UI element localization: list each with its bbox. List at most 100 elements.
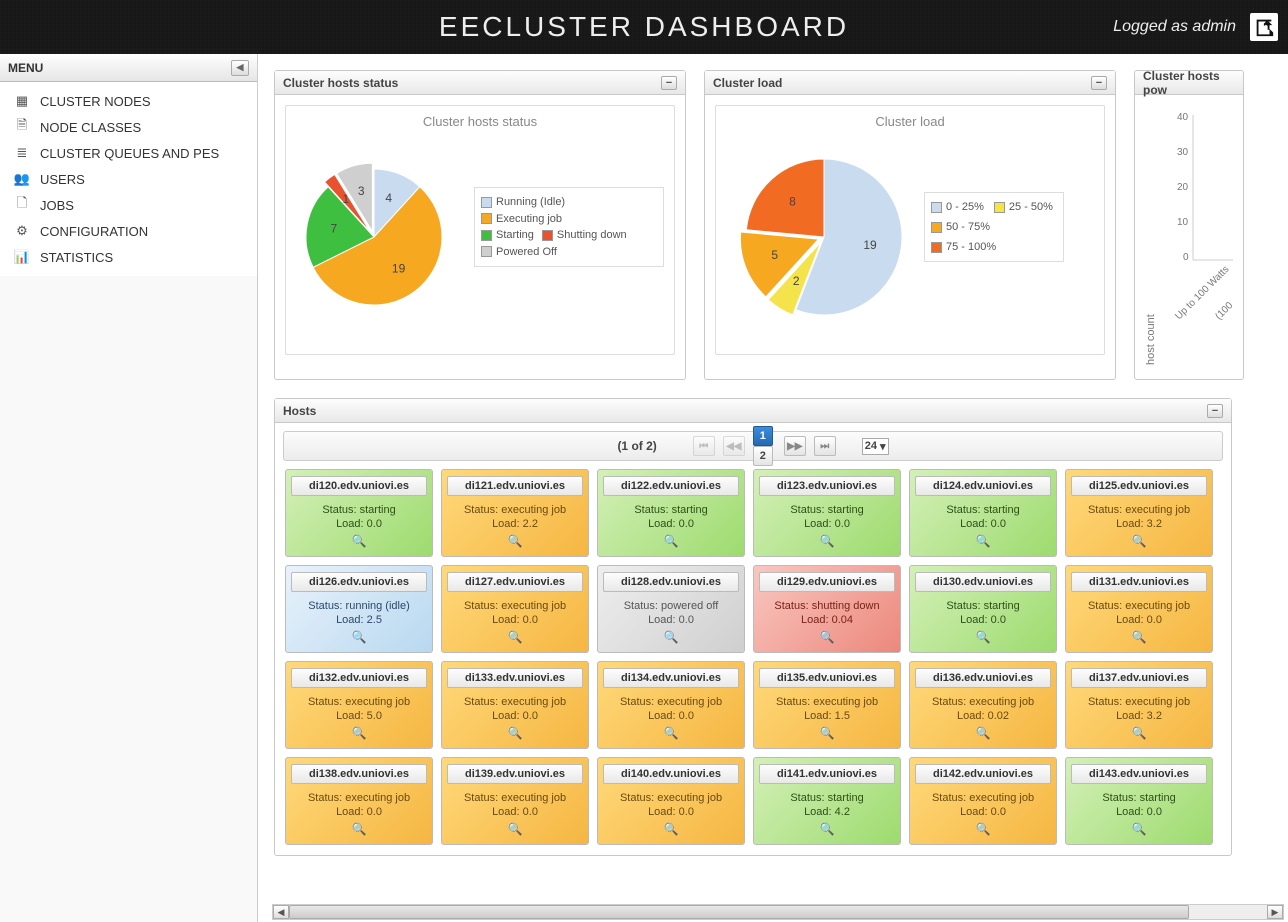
host-card[interactable]: di120.edv.uniovi.esStatus: startingLoad:… — [285, 469, 433, 557]
host-load: Load: 5.0 — [291, 710, 427, 722]
magnify-icon[interactable]: 🔍 — [1071, 630, 1207, 644]
host-status: Status: starting — [759, 504, 895, 516]
magnify-icon[interactable]: 🔍 — [1071, 726, 1207, 740]
host-name: di138.edv.uniovi.es — [291, 764, 427, 784]
host-card[interactable]: di132.edv.uniovi.esStatus: executing job… — [285, 661, 433, 749]
magnify-icon[interactable]: 🔍 — [915, 630, 1051, 644]
host-card[interactable]: di129.edv.uniovi.esStatus: shutting down… — [753, 565, 901, 653]
host-card[interactable]: di130.edv.uniovi.esStatus: startingLoad:… — [909, 565, 1057, 653]
magnify-icon[interactable]: 🔍 — [603, 726, 739, 740]
magnify-icon[interactable]: 🔍 — [603, 822, 739, 836]
scroll-left-icon[interactable]: ◀ — [273, 905, 289, 919]
magnify-icon[interactable]: 🔍 — [759, 726, 895, 740]
host-name: di142.edv.uniovi.es — [915, 764, 1051, 784]
magnify-icon[interactable]: 🔍 — [603, 630, 739, 644]
legend-item: Executing job — [481, 213, 562, 225]
host-name: di133.edv.uniovi.es — [447, 668, 583, 688]
host-card[interactable]: di121.edv.uniovi.esStatus: executing job… — [441, 469, 589, 557]
magnify-icon[interactable]: 🔍 — [447, 630, 583, 644]
host-name: di136.edv.uniovi.es — [915, 668, 1051, 688]
sidebar-item-2[interactable]: ≣CLUSTER QUEUES AND PES — [0, 140, 257, 166]
host-name: di121.edv.uniovi.es — [447, 476, 583, 496]
host-card[interactable]: di140.edv.uniovi.esStatus: executing job… — [597, 757, 745, 845]
y-axis-label: host count — [1145, 105, 1157, 365]
host-load: Load: 0.0 — [447, 806, 583, 818]
sidebar-item-1[interactable]: 🗎NODE CLASSES — [0, 114, 257, 140]
legend-item: Starting — [481, 229, 534, 241]
sidebar-item-5[interactable]: ⚙CONFIGURATION — [0, 218, 257, 244]
last-page-icon[interactable]: ⏭ — [814, 436, 836, 456]
magnify-icon[interactable]: 🔍 — [603, 534, 739, 548]
legend-item: Shutting down — [542, 229, 627, 241]
host-card[interactable]: di123.edv.uniovi.esStatus: startingLoad:… — [753, 469, 901, 557]
host-load: Load: 0.0 — [603, 806, 739, 818]
topbar: EECLUSTER DASHBOARD Logged as admin — [0, 0, 1288, 54]
magnify-icon[interactable]: 🔍 — [1071, 822, 1207, 836]
panel-title: Hosts — [283, 404, 316, 418]
magnify-icon[interactable]: 🔍 — [291, 822, 427, 836]
svg-text:3: 3 — [358, 184, 365, 198]
scroll-right-icon[interactable]: ▶ — [1267, 905, 1283, 919]
user-status: Logged as admin — [1113, 0, 1278, 54]
magnify-icon[interactable]: 🔍 — [447, 822, 583, 836]
first-page-icon[interactable]: ⏮ — [693, 436, 715, 456]
minimize-icon[interactable]: − — [661, 76, 677, 90]
page-size-select[interactable]: 24 ▾ — [862, 438, 889, 455]
host-load: Load: 0.0 — [291, 518, 427, 530]
host-card[interactable]: di138.edv.uniovi.esStatus: executing job… — [285, 757, 433, 845]
magnify-icon[interactable]: 🔍 — [759, 534, 895, 548]
page-button-2[interactable]: 2 — [753, 446, 773, 466]
magnify-icon[interactable]: 🔍 — [447, 726, 583, 740]
logout-icon[interactable] — [1250, 13, 1278, 41]
sidebar: MENU ◀ ▦CLUSTER NODES🗎NODE CLASSES≣CLUST… — [0, 54, 258, 922]
magnify-icon[interactable]: 🔍 — [915, 534, 1051, 548]
collapse-sidebar-icon[interactable]: ◀ — [231, 60, 249, 76]
magnify-icon[interactable]: 🔍 — [759, 822, 895, 836]
magnify-icon[interactable]: 🔍 — [447, 534, 583, 548]
sidebar-item-0[interactable]: ▦CLUSTER NODES — [0, 88, 257, 114]
host-name: di139.edv.uniovi.es — [447, 764, 583, 784]
host-load: Load: 0.0 — [915, 806, 1051, 818]
magnify-icon[interactable]: 🔍 — [915, 726, 1051, 740]
page-button-1[interactable]: 1 — [753, 426, 773, 446]
host-card[interactable]: di141.edv.uniovi.esStatus: startingLoad:… — [753, 757, 901, 845]
host-card[interactable]: di124.edv.uniovi.esStatus: startingLoad:… — [909, 469, 1057, 557]
prev-page-icon[interactable]: ◀◀ — [723, 436, 745, 456]
host-status: Status: executing job — [447, 600, 583, 612]
magnify-icon[interactable]: 🔍 — [915, 822, 1051, 836]
host-card[interactable]: di142.edv.uniovi.esStatus: executing job… — [909, 757, 1057, 845]
host-card[interactable]: di125.edv.uniovi.esStatus: executing job… — [1065, 469, 1213, 557]
host-card[interactable]: di143.edv.uniovi.esStatus: startingLoad:… — [1065, 757, 1213, 845]
host-card[interactable]: di133.edv.uniovi.es Status: executing job… — [441, 661, 589, 749]
host-card[interactable]: di126.edv.uniovi.esStatus: running (idle… — [285, 565, 433, 653]
sidebar-item-6[interactable]: 📊STATISTICS — [0, 244, 257, 270]
sidebar-item-4[interactable]: 🗋JOBS — [0, 192, 257, 218]
svg-text:1: 1 — [342, 192, 349, 206]
host-card[interactable]: di139.edv.uniovi.esStatus: executing job… — [441, 757, 589, 845]
host-card[interactable]: di134.edv.uniovi.esStatus: executing job… — [597, 661, 745, 749]
host-card[interactable]: di135.edv.uniovi.esStatus: executing job… — [753, 661, 901, 749]
magnify-icon[interactable]: 🔍 — [291, 726, 427, 740]
sidebar-item-3[interactable]: 👥USERS — [0, 166, 257, 192]
svg-text:2: 2 — [793, 274, 800, 288]
host-card[interactable]: di128.edv.uniovi.esStatus: powered offLo… — [597, 565, 745, 653]
host-card[interactable]: di137.edv.uniovi.esStatus: executing job… — [1065, 661, 1213, 749]
host-card[interactable]: di131.edv.uniovi.esStatus: executing job… — [1065, 565, 1213, 653]
horizontal-scrollbar[interactable]: ◀ ▶ — [272, 904, 1284, 920]
host-status: Status: executing job — [447, 696, 583, 708]
host-card[interactable]: di127.edv.uniovi.esStatus: executing job… — [441, 565, 589, 653]
minimize-icon[interactable]: − — [1207, 404, 1223, 418]
host-card[interactable]: di136.edv.uniovi.esStatus: executing job… — [909, 661, 1057, 749]
magnify-icon[interactable]: 🔍 — [291, 630, 427, 644]
svg-text:8: 8 — [789, 195, 796, 209]
pie-chart-status: 419713 — [294, 137, 474, 317]
magnify-icon[interactable]: 🔍 — [1071, 534, 1207, 548]
scroll-thumb[interactable] — [289, 905, 1189, 919]
magnify-icon[interactable]: 🔍 — [291, 534, 427, 548]
magnify-icon[interactable]: 🔍 — [759, 630, 895, 644]
gear-icon: ⚙ — [14, 223, 30, 239]
svg-text:5: 5 — [771, 248, 778, 262]
minimize-icon[interactable]: − — [1091, 76, 1107, 90]
host-card[interactable]: di122.edv.uniovi.esStatus: startingLoad:… — [597, 469, 745, 557]
next-page-icon[interactable]: ▶▶ — [784, 436, 806, 456]
